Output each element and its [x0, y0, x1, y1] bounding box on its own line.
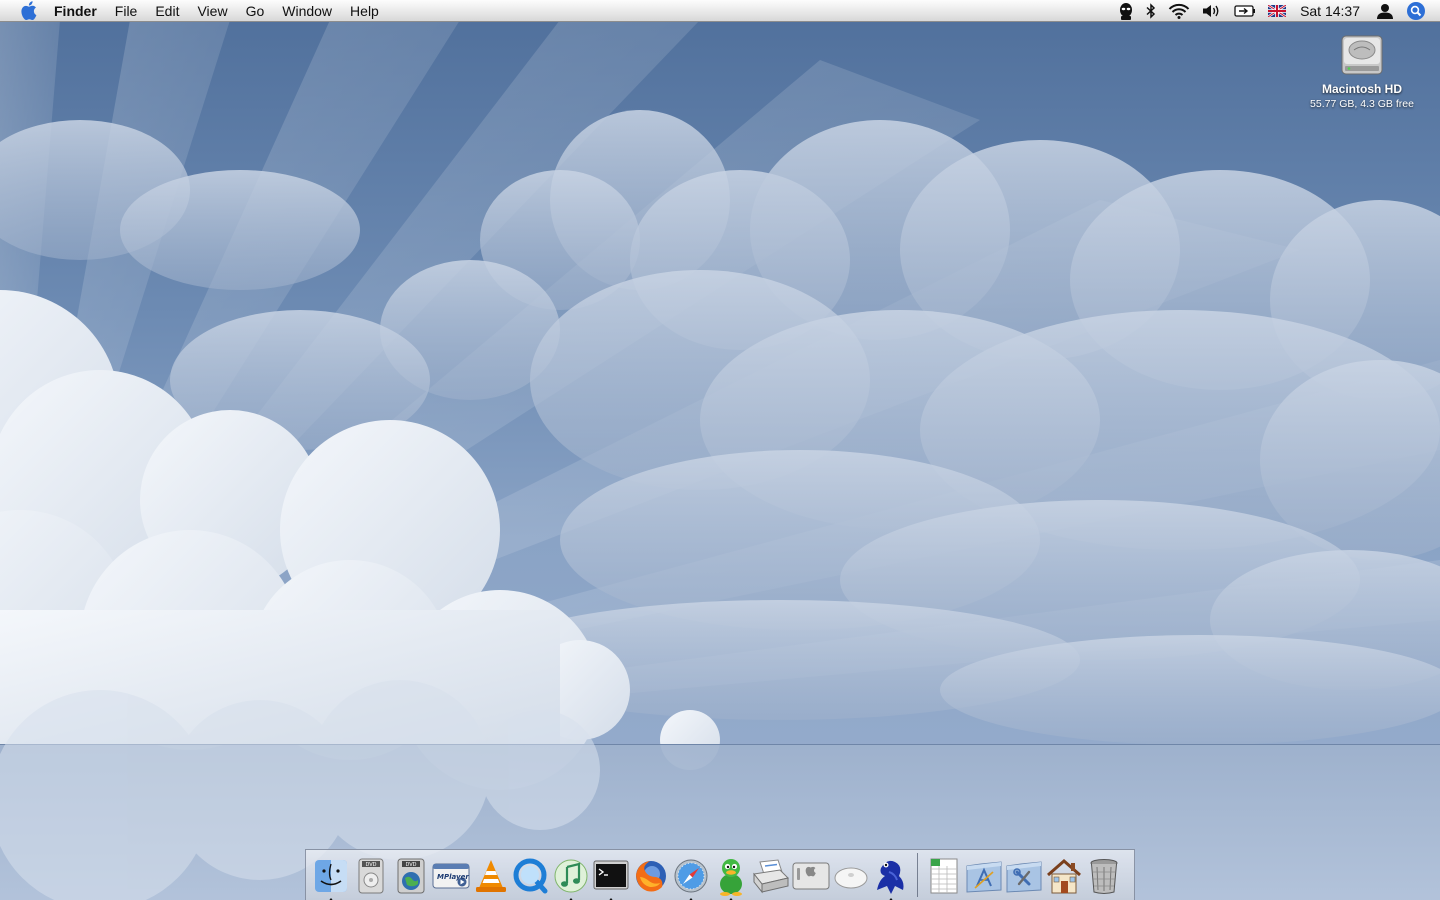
menu-bar: Finder File Edit View Go Window Help Sat…: [0, 0, 1440, 22]
menu-app-finder[interactable]: Finder: [54, 0, 106, 22]
dvd-player-icon: DVD: [358, 858, 384, 894]
menu-extras: Sat 14:37: [1112, 0, 1440, 22]
dock-app-dvd-globe[interactable]: DVD: [391, 854, 431, 898]
quicktime-icon: [513, 858, 548, 894]
printer-icon: [753, 859, 789, 894]
dock-app-firefox[interactable]: [631, 854, 671, 898]
applications-folder-icon: [966, 861, 1002, 893]
mouse-icon: [834, 867, 868, 889]
battery-icon[interactable]: [1228, 0, 1262, 22]
menu-go[interactable]: Go: [237, 0, 274, 22]
menu-help[interactable]: Help: [341, 0, 388, 22]
system-profiler-icon: [792, 862, 830, 890]
frog-icon: [877, 860, 904, 894]
alien-icon[interactable]: [1112, 0, 1140, 22]
dock-folder-applications[interactable]: [964, 854, 1004, 898]
home-folder-icon: [1047, 859, 1081, 894]
wallpaper: [0, 20, 1440, 900]
terminal-icon: [593, 860, 629, 890]
dvd-globe-icon: DVD: [397, 858, 425, 894]
dock-app-adium[interactable]: [711, 854, 751, 900]
finder-icon: [315, 860, 347, 892]
spreadsheet-icon: [930, 858, 958, 894]
volume-icon[interactable]: [1196, 0, 1228, 22]
dock-app-vlc[interactable]: [471, 854, 511, 898]
hard-drive-icon: [1341, 35, 1383, 75]
itunes-icon: [554, 859, 588, 893]
dock-app-system-profiler[interactable]: [791, 854, 831, 898]
adium-duck-icon: [720, 859, 742, 896]
dock-doc-spreadsheet[interactable]: [924, 854, 964, 898]
spotlight-icon[interactable]: [1400, 0, 1432, 22]
svg-text:DVD: DVD: [405, 862, 416, 868]
svg-text:DVD: DVD: [365, 862, 376, 868]
dock-app-terminal[interactable]: [591, 854, 631, 900]
vlc-cone-icon: [476, 860, 506, 892]
dock-app-finder[interactable]: [311, 854, 351, 900]
firefox-icon: [636, 861, 666, 892]
uk-flag-icon[interactable]: [1262, 0, 1292, 22]
wifi-icon[interactable]: [1162, 0, 1196, 22]
dock-app-itunes[interactable]: [551, 854, 591, 900]
apple-logo-icon[interactable]: [18, 1, 38, 21]
user-icon[interactable]: [1370, 0, 1400, 22]
dock-app-dvd-player[interactable]: DVD: [351, 854, 391, 898]
dock-app-quicktime[interactable]: [511, 854, 551, 898]
safari-compass-icon: [674, 859, 708, 893]
menu-window[interactable]: Window: [273, 0, 341, 22]
dock-separator: [917, 853, 918, 897]
dock: DVD DVD MPlayer: [305, 849, 1135, 900]
dock-app-printer[interactable]: [751, 854, 791, 898]
bluetooth-icon[interactable]: [1140, 0, 1162, 22]
dock-app-frog[interactable]: [871, 854, 911, 900]
utilities-folder-icon: [1006, 861, 1042, 893]
dock-app-safari[interactable]: [671, 854, 711, 900]
dock-app-mplayer[interactable]: MPlayer: [431, 854, 471, 898]
dock-trash[interactable]: [1084, 854, 1124, 898]
desktop: Macintosh HD 55.77 GB, 4.3 GB free: [0, 0, 1440, 900]
menu-clock[interactable]: Sat 14:37: [1292, 0, 1370, 22]
menu-edit[interactable]: Edit: [146, 0, 188, 22]
dock-app-mouse[interactable]: [831, 854, 871, 898]
drive-info: 55.77 GB, 4.3 GB free: [1310, 98, 1414, 110]
menu-file[interactable]: File: [106, 0, 147, 22]
trash-icon: [1090, 859, 1118, 894]
dock-folder-utilities[interactable]: [1004, 854, 1044, 898]
desktop-icon-macintosh-hd[interactable]: Macintosh HD 55.77 GB, 4.3 GB free: [1300, 30, 1424, 110]
dock-folder-home[interactable]: [1044, 854, 1084, 898]
mplayer-label: MPlayer: [437, 873, 469, 881]
drive-name: Macintosh HD: [1321, 82, 1402, 96]
menu-view[interactable]: View: [188, 0, 236, 22]
